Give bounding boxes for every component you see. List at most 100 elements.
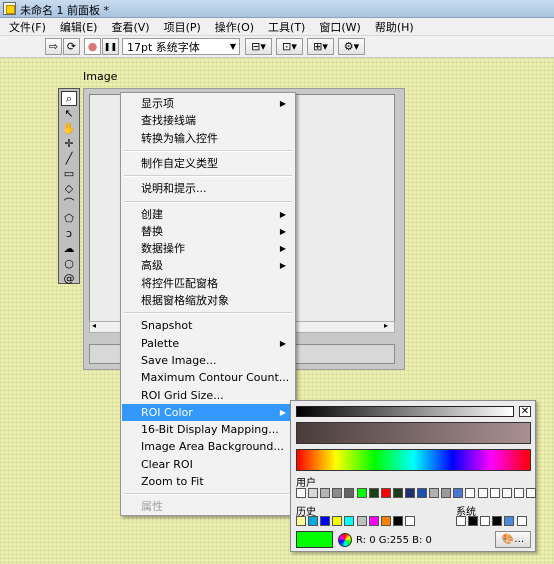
context-menu-item[interactable]: Zoom to Fit (122, 473, 294, 490)
pan-hand-icon[interactable]: ✋ (61, 121, 77, 136)
user-color-swatch[interactable] (320, 488, 331, 498)
system-color-swatch[interactable] (456, 516, 466, 526)
color-wheel-icon[interactable] (338, 533, 352, 547)
resize-objects-button[interactable]: ⊞▾ (307, 38, 334, 55)
system-color-swatch[interactable] (480, 516, 491, 526)
system-color-swatch[interactable] (504, 516, 515, 526)
context-menu-item[interactable]: 创建 ▶ (122, 206, 294, 223)
system-color-swatch[interactable] (492, 516, 503, 526)
user-color-swatch[interactable] (465, 488, 476, 498)
user-color-swatch[interactable] (501, 488, 512, 498)
history-color-swatch[interactable] (392, 516, 403, 526)
menu-item[interactable]: 帮助(H) (368, 19, 421, 35)
context-menu-item[interactable]: Palette ▶ (122, 335, 294, 352)
context-menu-item[interactable]: Image Area Background... (122, 438, 294, 455)
point-tool-icon[interactable]: ✛ (61, 136, 77, 151)
context-menu-item[interactable]: 查找接线端 (122, 112, 294, 129)
menu-item[interactable]: 窗口(W) (312, 19, 367, 35)
user-colors-label: 用户 (296, 478, 316, 489)
polygon-tool-icon[interactable]: ⬠ (61, 211, 77, 226)
user-color-swatch[interactable] (368, 488, 379, 498)
oval-tool-icon[interactable]: ○ (61, 256, 77, 271)
scroll-left-icon[interactable]: ◂ (92, 321, 96, 330)
align-objects-button[interactable]: ⊟▾ (245, 38, 272, 55)
control-label[interactable]: Image (83, 70, 117, 83)
history-color-swatch[interactable] (344, 516, 355, 526)
menu-separator (124, 200, 292, 203)
history-color-swatch[interactable] (404, 516, 415, 526)
context-menu-item[interactable]: 显示项 ▶ (122, 95, 294, 112)
history-color-swatch[interactable] (332, 516, 343, 526)
user-color-swatch[interactable] (356, 488, 367, 498)
history-color-swatch[interactable] (380, 516, 391, 526)
saturation-ramp[interactable] (296, 422, 531, 444)
user-color-swatch[interactable] (332, 488, 343, 498)
history-color-swatch[interactable] (296, 516, 306, 526)
system-color-swatch[interactable] (468, 516, 479, 526)
annulus-tool-icon[interactable]: ⌒ (61, 196, 77, 211)
user-color-swatch[interactable] (296, 488, 306, 498)
context-menu-item[interactable]: Snapshot (122, 317, 294, 334)
freehand-tool-icon[interactable]: ↄ (61, 226, 77, 241)
context-menu-item[interactable]: 数据操作 ▶ (122, 240, 294, 257)
system-color-swatch[interactable] (516, 516, 527, 526)
zoom-tool-icon[interactable]: ⌕ (61, 91, 77, 106)
context-menu-item[interactable]: 转换为输入控件 (122, 130, 294, 147)
font-select[interactable]: 17pt 系统字体 ▼ (122, 38, 240, 55)
menu-item[interactable]: 项目(P) (157, 19, 208, 35)
user-color-swatch[interactable] (525, 488, 536, 498)
reorder-button[interactable]: ⚙▾ (338, 38, 365, 55)
context-menu-item[interactable]: ROI Color ▶ (122, 403, 294, 421)
context-menu-item[interactable]: 制作自定义类型 (122, 155, 294, 172)
context-menu-item[interactable]: Clear ROI (122, 456, 294, 473)
history-color-swatch[interactable] (356, 516, 367, 526)
context-menu-item[interactable]: 说明和提示... (122, 180, 294, 197)
user-color-swatch[interactable] (453, 488, 464, 498)
run-button[interactable]: ⇨ (45, 38, 62, 55)
abort-button[interactable]: ● (84, 38, 101, 55)
user-color-swatch[interactable] (513, 488, 524, 498)
close-icon[interactable]: ✕ (519, 406, 531, 417)
distribute-objects-button[interactable]: ⊡▾ (276, 38, 303, 55)
context-menu-item[interactable]: 高级 ▶ (122, 257, 294, 274)
context-menu-item[interactable]: ROI Grid Size... (122, 387, 294, 404)
spiral-tool-icon[interactable]: @ (61, 271, 77, 286)
freehand-region-icon[interactable]: ☁ (61, 241, 77, 256)
user-color-swatch[interactable] (308, 488, 319, 498)
menu-separator (124, 149, 292, 152)
context-menu-item[interactable]: Save Image... (122, 352, 294, 369)
user-color-swatch[interactable] (477, 488, 488, 498)
hue-spectrum[interactable] (296, 449, 531, 471)
menu-item[interactable]: 工具(T) (261, 19, 312, 35)
context-menu-item[interactable]: 根据窗格缩放对象 (122, 292, 294, 309)
rotated-rect-tool-icon[interactable]: ◇ (61, 181, 77, 196)
rectangle-tool-icon[interactable]: ▭ (61, 166, 77, 181)
menu-item[interactable]: 文件(F) (2, 19, 53, 35)
user-color-swatch[interactable] (392, 488, 403, 498)
history-color-swatch[interactable] (320, 516, 331, 526)
context-menu-item[interactable]: Maximum Contour Count... (122, 369, 294, 386)
user-color-swatch[interactable] (380, 488, 391, 498)
pause-button[interactable]: ❚❚ (102, 38, 119, 55)
image-tools-palette: ⌕ ↖ ✋ ✛ ╱ ▭ ◇ ⌒ ⬠ ↄ ☁ ○ @ (58, 88, 80, 284)
grayscale-ramp[interactable] (296, 406, 514, 417)
user-color-swatch[interactable] (441, 488, 452, 498)
menu-item[interactable]: 查看(V) (104, 19, 156, 35)
user-color-swatch[interactable] (404, 488, 415, 498)
context-menu-item[interactable]: 16-Bit Display Mapping... (122, 421, 294, 438)
user-color-swatch[interactable] (429, 488, 440, 498)
more-colors-button[interactable]: 🎨… (495, 531, 531, 548)
user-color-swatch[interactable] (489, 488, 500, 498)
user-color-swatch[interactable] (344, 488, 355, 498)
line-tool-icon[interactable]: ╱ (61, 151, 77, 166)
run-continuously-button[interactable]: ⟳ (63, 38, 80, 55)
history-color-swatch[interactable] (368, 516, 379, 526)
select-arrow-icon[interactable]: ↖ (61, 106, 77, 121)
user-color-swatch[interactable] (417, 488, 427, 498)
context-menu-item[interactable]: 替换 ▶ (122, 223, 294, 240)
context-menu-item[interactable]: 将控件匹配窗格 (122, 275, 294, 292)
menu-item[interactable]: 操作(O) (208, 19, 261, 35)
scroll-right-icon[interactable]: ▸ (384, 321, 388, 330)
menu-item[interactable]: 编辑(E) (53, 19, 105, 35)
history-color-swatch[interactable] (308, 516, 319, 526)
